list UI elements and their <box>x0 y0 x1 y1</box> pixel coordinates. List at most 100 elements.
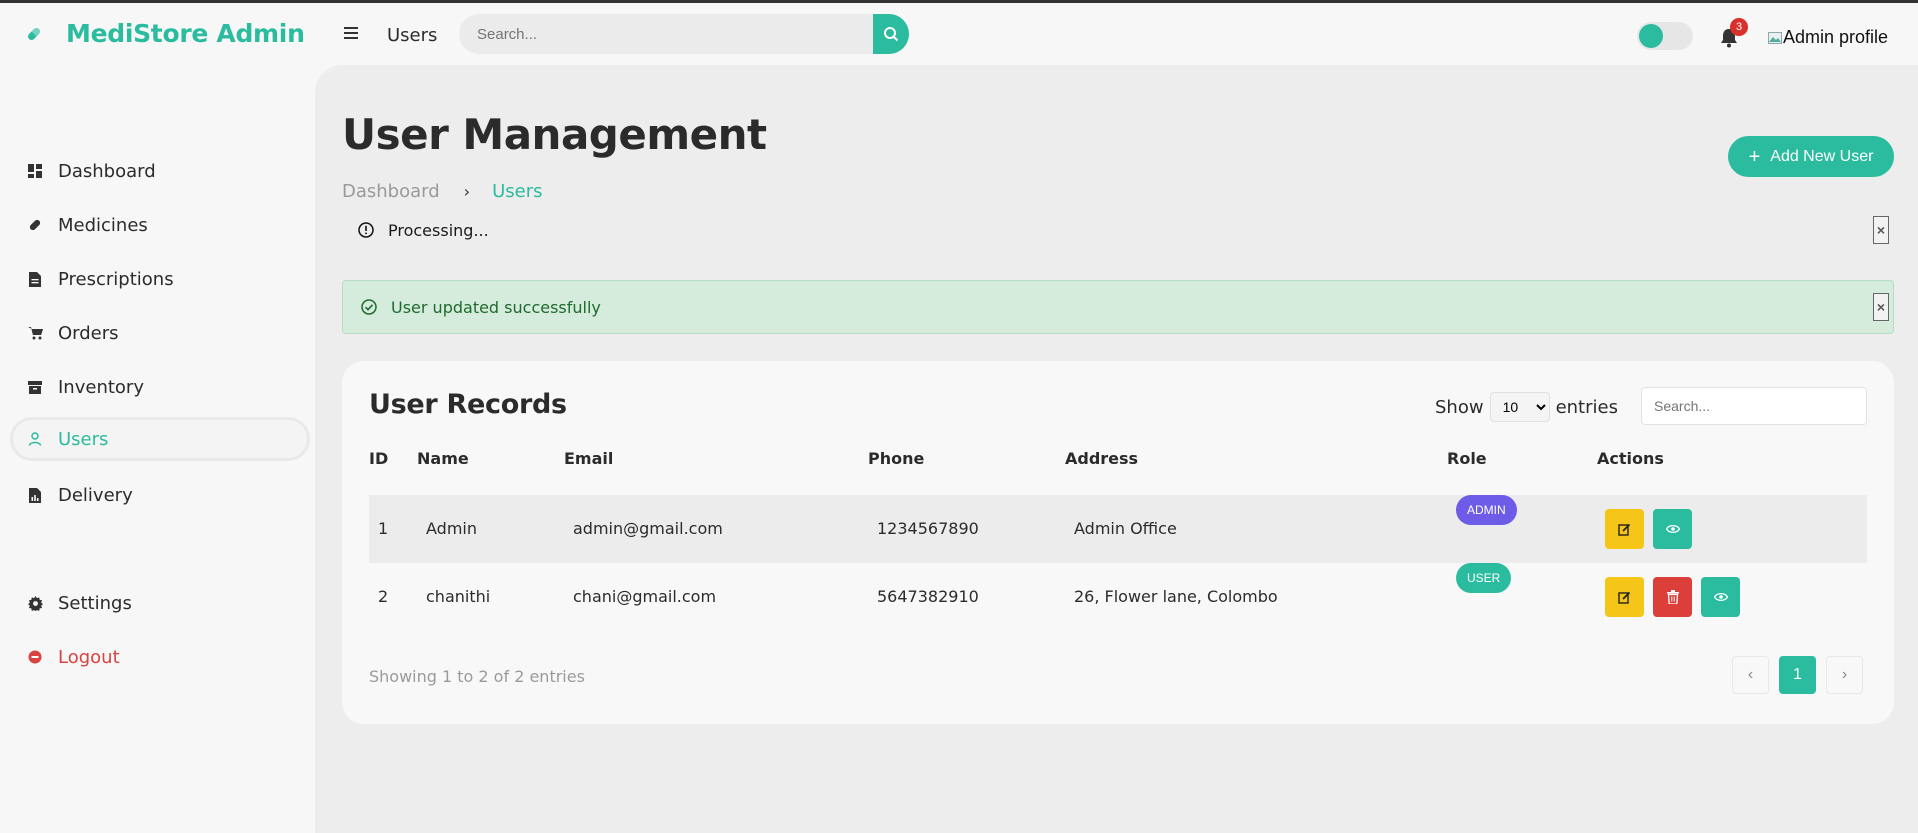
sidebar-item-label: Delivery <box>58 484 133 506</box>
main-content: User Management Dashboard › Users + Add … <box>315 65 1918 833</box>
plus-icon: + <box>1748 145 1761 168</box>
breadcrumb: Dashboard › Users <box>342 181 542 202</box>
cell-name: chanithi <box>426 587 491 606</box>
header-search <box>459 14 909 54</box>
sidebar-item-settings[interactable]: Settings <box>10 581 310 625</box>
cart-icon <box>26 324 44 342</box>
search-icon <box>884 27 899 42</box>
column-header[interactable]: Phone <box>868 449 924 468</box>
sidebar-item-label: Dashboard <box>58 160 156 182</box>
view-button[interactable] <box>1701 577 1740 617</box>
sidebar-item-inventory[interactable]: Inventory <box>10 365 310 409</box>
user-records-title: User Records <box>369 389 567 420</box>
logout-icon <box>26 648 44 666</box>
edit-icon <box>1618 523 1631 536</box>
toggle-knob <box>1639 24 1663 48</box>
profile-alt-text: Admin profile <box>1783 27 1889 47</box>
brand[interactable]: MediStore Admin <box>24 19 305 48</box>
edit-button[interactable] <box>1605 509 1644 549</box>
eye-icon <box>1713 592 1728 602</box>
notification-count-badge: 3 <box>1730 18 1748 36</box>
pagination: ‹ 1 › <box>1732 656 1863 694</box>
pagination-page-button[interactable]: 1 <box>1779 656 1816 694</box>
table-row: 1 Admin admin@gmail.com 1234567890 Admin… <box>369 495 1867 563</box>
sidebar-item-label: Orders <box>58 322 119 344</box>
check-circle-icon <box>361 299 377 315</box>
breadcrumb-dashboard-link[interactable]: Dashboard <box>342 181 440 202</box>
role-badge: ADMIN <box>1456 495 1517 525</box>
dashboard-icon <box>26 162 44 180</box>
page-size-control: Show 102550100 entries <box>1435 392 1618 422</box>
role-badge: USER <box>1456 563 1512 593</box>
pill-icon <box>26 216 44 234</box>
breadcrumb-current: Users <box>492 181 543 202</box>
menu-toggle-icon[interactable] <box>342 25 360 43</box>
sidebar-item-label: Users <box>58 428 109 450</box>
column-header: Actions <box>1597 449 1664 468</box>
entries-label: entries <box>1555 396 1618 418</box>
admin-profile[interactable]: Admin profile <box>1768 27 1888 48</box>
edit-icon <box>1618 591 1631 604</box>
brand-name: MediStore Admin <box>66 19 305 48</box>
pill-icon <box>24 24 44 44</box>
table-info: Showing 1 to 2 of 2 entries <box>369 667 585 686</box>
cell-email: chani@gmail.com <box>573 587 717 606</box>
sidebar-item-label: Prescriptions <box>58 268 174 290</box>
notifications-button[interactable]: 3 <box>1718 18 1748 50</box>
cell-id: 1 <box>378 519 389 538</box>
table-row: 2 chanithi chani@gmail.com 5647382910 26… <box>369 563 1867 631</box>
column-header[interactable]: ID <box>369 449 388 468</box>
sidebar-item-prescriptions[interactable]: Prescriptions <box>10 257 310 301</box>
file-chart-icon <box>26 486 44 504</box>
header-search-input[interactable] <box>459 14 873 54</box>
column-header[interactable]: Role <box>1447 449 1487 468</box>
sidebar-item-label: Settings <box>58 592 132 614</box>
edit-button[interactable] <box>1605 577 1644 617</box>
processing-alert: Processing... × <box>342 213 1894 247</box>
column-header[interactable]: Name <box>417 449 469 468</box>
sidebar-item-logout[interactable]: Logout <box>10 635 310 679</box>
document-icon <box>26 270 44 288</box>
column-header[interactable]: Email <box>564 449 613 468</box>
user-icon <box>26 430 44 448</box>
sidebar-item-label: Inventory <box>58 376 144 398</box>
records-search-input[interactable] <box>1641 387 1867 425</box>
sidebar-item-dashboard[interactable]: Dashboard <box>10 149 310 193</box>
header-title: Users <box>387 25 438 46</box>
cell-address: Admin Office <box>1074 519 1177 538</box>
view-button[interactable] <box>1653 509 1692 549</box>
search-button[interactable] <box>873 14 909 54</box>
sidebar-item-orders[interactable]: Orders <box>10 311 310 355</box>
sidebar-item-label: Medicines <box>58 214 148 236</box>
chevron-right-icon: › <box>463 182 471 201</box>
page-title: User Management <box>342 110 767 159</box>
page-size-select[interactable]: 102550100 <box>1489 392 1550 422</box>
trash-icon <box>1666 590 1679 604</box>
pagination-next-button[interactable]: › <box>1826 656 1863 694</box>
theme-toggle[interactable] <box>1637 22 1693 50</box>
broken-image-icon <box>1768 28 1782 44</box>
add-new-user-label: Add New User <box>1770 147 1874 165</box>
sidebar-item-label: Logout <box>58 646 120 668</box>
sidebar: Dashboard Medicines Prescriptions Orders… <box>0 65 315 833</box>
success-text: User updated successfully <box>391 297 601 317</box>
close-success-alert-button[interactable]: × <box>1873 293 1889 321</box>
delete-button[interactable] <box>1653 577 1692 617</box>
pagination-prev-button[interactable]: ‹ <box>1732 656 1769 694</box>
sidebar-item-delivery[interactable]: Delivery <box>10 473 310 517</box>
cell-email: admin@gmail.com <box>573 519 723 538</box>
top-header: MediStore Admin Users 3 Admin profile <box>0 3 1918 65</box>
sidebar-item-users[interactable]: Users <box>10 417 310 461</box>
archive-icon <box>26 378 44 396</box>
cell-id: 2 <box>378 587 389 606</box>
cell-phone: 5647382910 <box>877 587 979 606</box>
sidebar-item-medicines[interactable]: Medicines <box>10 203 310 247</box>
cell-address: 26, Flower lane, Colombo <box>1074 587 1278 606</box>
add-new-user-button[interactable]: + Add New User <box>1728 136 1894 177</box>
close-processing-alert-button[interactable]: × <box>1873 216 1889 244</box>
info-circle-icon <box>358 222 374 238</box>
user-records-card: User Records Show 102550100 entries ID N… <box>342 361 1894 724</box>
gear-icon <box>26 594 44 612</box>
show-label: Show <box>1435 396 1484 418</box>
column-header[interactable]: Address <box>1065 449 1138 468</box>
